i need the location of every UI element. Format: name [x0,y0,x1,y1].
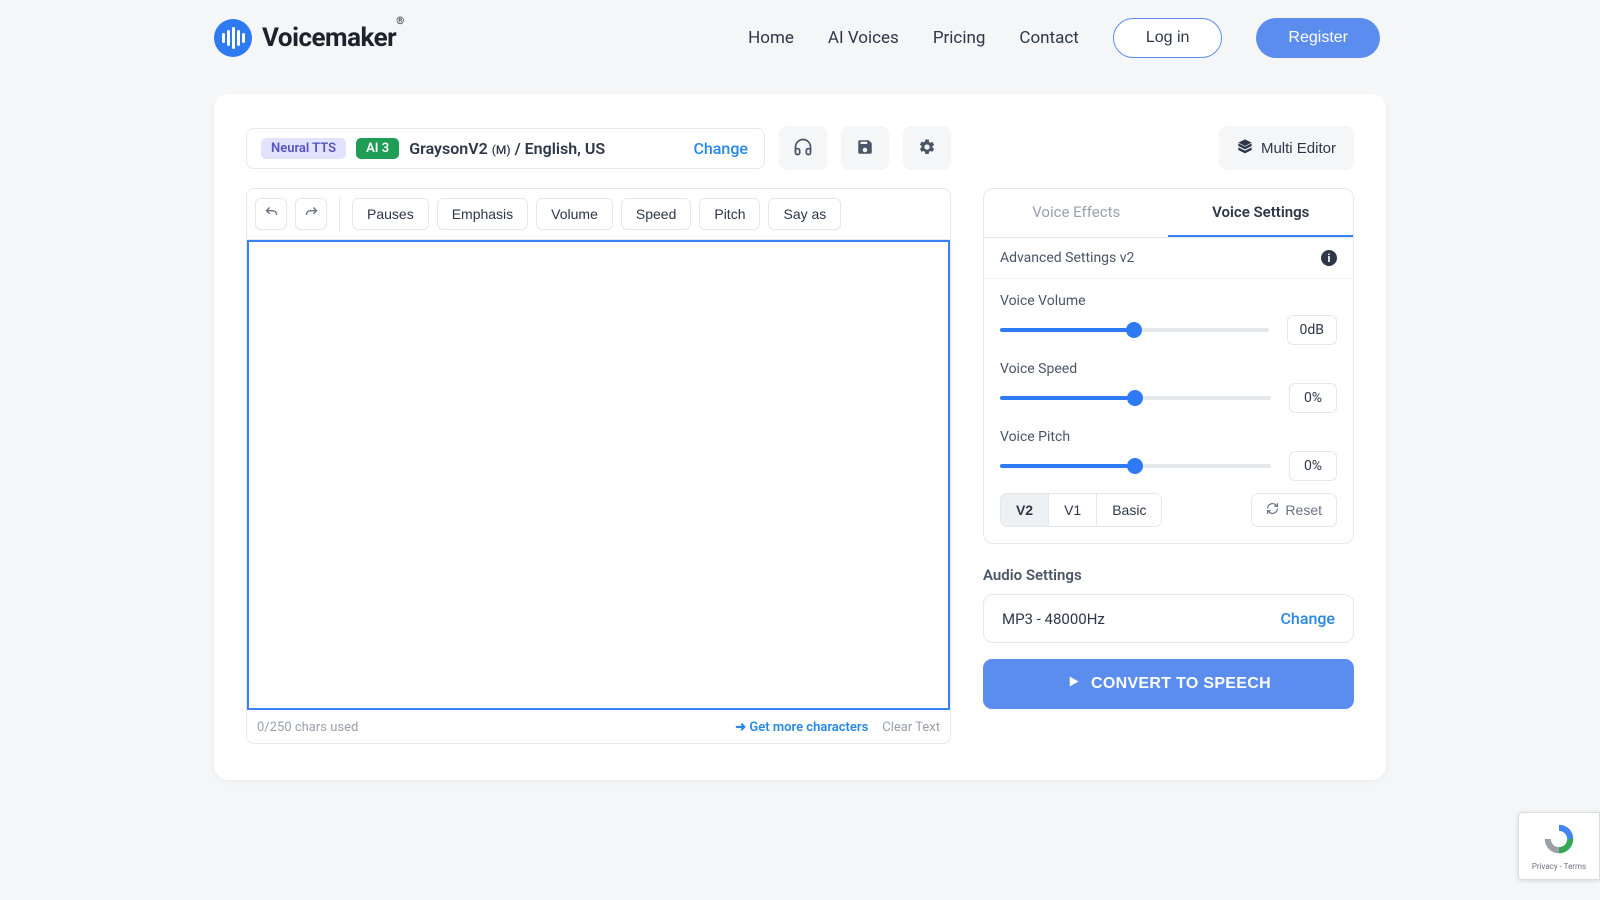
volume-button[interactable]: Volume [536,198,613,230]
nav-ai-voices[interactable]: AI Voices [828,28,899,48]
version-v2-button[interactable]: V2 [1001,494,1049,526]
refresh-icon [1266,502,1279,518]
voice-speed-value: 0% [1289,383,1337,413]
voice-speed-slider[interactable] [1000,388,1271,408]
save-icon [856,138,874,159]
editor: Pauses Emphasis Volume Speed Pitch Say a… [246,188,951,744]
voice-pitch-slider[interactable] [1000,456,1271,476]
info-icon[interactable]: i [1321,250,1337,266]
multi-editor-button[interactable]: Multi Editor [1219,126,1354,170]
text-input[interactable] [247,240,950,710]
pauses-button[interactable]: Pauses [352,198,429,230]
voice-pitch-label: Voice Pitch [1000,429,1337,445]
voice-pitch-value: 0% [1289,451,1337,481]
audio-format-box: MP3 - 48000Hz Change [983,594,1354,643]
clear-text-link[interactable]: Clear Text [882,720,940,735]
voice-volume-slider[interactable] [1000,320,1269,340]
voice-name: GraysonV2 (M) / English, US [409,139,605,158]
emphasis-button[interactable]: Emphasis [437,198,528,230]
version-v1-button[interactable]: V1 [1049,494,1097,526]
audio-format-label: MP3 - 48000Hz [1002,610,1105,628]
reset-button[interactable]: Reset [1251,493,1337,527]
pitch-button[interactable]: Pitch [699,198,760,230]
convert-to-speech-button[interactable]: CONVERT TO SPEECH [983,659,1354,709]
play-icon [1066,674,1081,694]
brand-name: Voicemaker® [262,23,404,53]
recaptcha-text: Privacy - Terms [1532,862,1586,871]
voice-speed-label: Voice Speed [1000,361,1337,377]
nav-home[interactable]: Home [748,28,794,48]
char-counter: 0/250 chars used [257,720,358,735]
register-button[interactable]: Register [1256,18,1380,58]
neural-tts-badge: Neural TTS [261,138,346,159]
audio-settings-title: Audio Settings [983,566,1354,584]
tab-voice-settings[interactable]: Voice Settings [1168,189,1353,237]
recaptcha-badge[interactable]: Privacy - Terms [1518,812,1600,880]
version-group: V2 V1 Basic [1000,493,1162,527]
undo-button[interactable] [255,198,287,230]
advanced-settings-label: Advanced Settings v2 [1000,250,1134,266]
say-as-button[interactable]: Say as [768,198,841,230]
recaptcha-icon [1542,822,1576,860]
voice-selector: Neural TTS AI 3 GraysonV2 (M) / English,… [246,128,765,169]
speed-button[interactable]: Speed [621,198,691,230]
gear-icon [918,138,936,159]
redo-icon [304,205,319,223]
logo-icon [214,19,252,57]
change-audio-link[interactable]: Change [1280,609,1335,628]
layers-icon [1237,138,1253,158]
get-more-characters-link[interactable]: ➜ Get more characters [735,720,868,735]
logo[interactable]: Voicemaker® [214,19,404,57]
nav-pricing[interactable]: Pricing [933,28,986,48]
voice-volume-label: Voice Volume [1000,293,1337,309]
listen-button[interactable] [779,126,827,170]
redo-button[interactable] [295,198,327,230]
undo-icon [264,205,279,223]
headphones-icon [793,137,813,160]
save-button[interactable] [841,126,889,170]
tab-voice-effects[interactable]: Voice Effects [984,189,1169,237]
arrow-right-icon: ➜ [735,720,749,735]
version-basic-button[interactable]: Basic [1097,494,1161,526]
nav-contact[interactable]: Contact [1019,28,1078,48]
voice-volume-value: 0dB [1287,315,1338,345]
change-voice-link[interactable]: Change [693,139,748,158]
settings-button[interactable] [903,126,951,170]
ai3-badge: AI 3 [356,138,399,159]
login-button[interactable]: Log in [1113,18,1223,58]
